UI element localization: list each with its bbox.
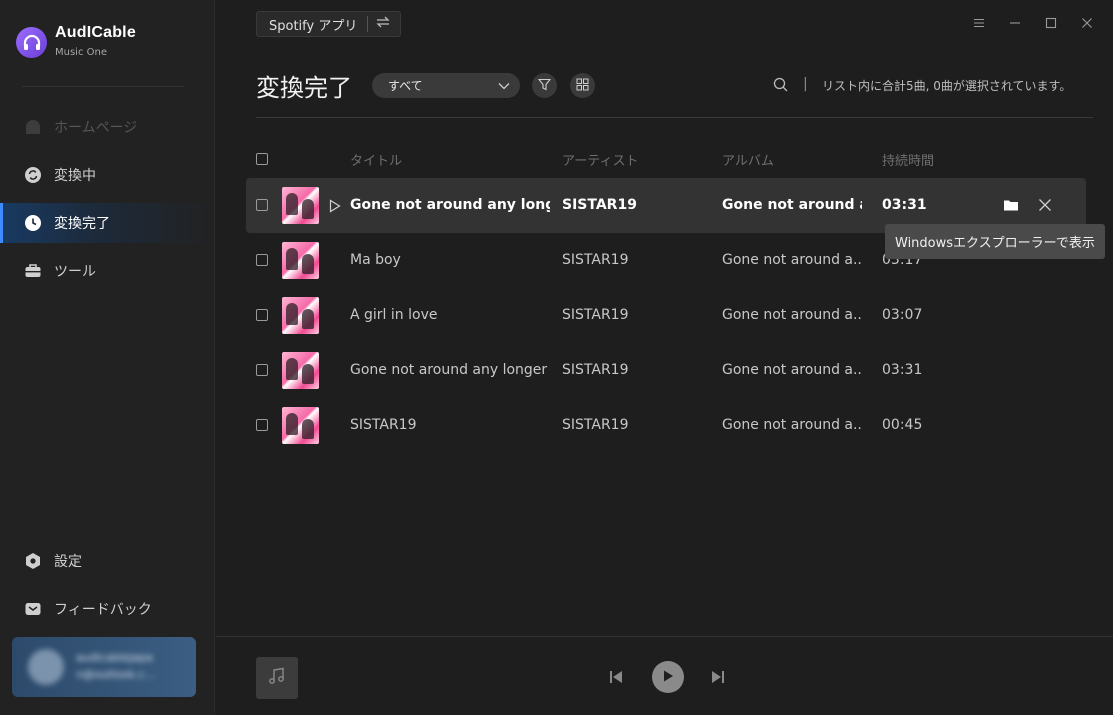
delete-icon[interactable] <box>1038 197 1052 216</box>
track-title: Ma boy <box>350 252 401 268</box>
album-art-thumbnail <box>282 407 319 444</box>
track-album: Gone not around a... <box>722 417 862 433</box>
previous-track-button[interactable] <box>608 669 624 689</box>
mail-icon <box>24 600 42 618</box>
track-artist: SISTAR19 <box>562 252 629 268</box>
row-checkbox[interactable] <box>256 254 268 266</box>
row-checkbox[interactable] <box>256 364 268 376</box>
home-icon <box>24 118 42 136</box>
sidebar-item-home[interactable]: ホームページ <box>0 107 214 147</box>
album-art-thumbnail <box>282 242 319 279</box>
minimize-icon[interactable] <box>1006 14 1024 32</box>
sidebar-item-converted[interactable]: 変換完了 <box>0 203 214 243</box>
track-artist: SISTAR19 <box>562 197 637 213</box>
clock-icon <box>24 214 42 232</box>
sidebar-item-label: ツール <box>54 264 96 280</box>
toolbox-icon <box>24 262 42 280</box>
row-checkbox[interactable] <box>256 199 268 211</box>
sidebar-item-converting[interactable]: 変換中 <box>0 155 214 195</box>
account-email-line1: audicablejapa <box>76 651 153 664</box>
filter-button[interactable] <box>532 73 557 98</box>
album-art-thumbnail <box>282 187 319 224</box>
sidebar-item-settings[interactable]: 設定 <box>0 541 214 581</box>
sidebar-item-label: フィードバック <box>54 602 152 618</box>
close-icon[interactable] <box>1078 14 1096 32</box>
sidebar-item-feedback[interactable]: フィードバック <box>0 589 214 629</box>
album-art-thumbnail <box>282 297 319 334</box>
row-checkbox[interactable] <box>256 419 268 431</box>
filter-icon <box>537 76 552 95</box>
skip-back-icon <box>608 669 624 689</box>
play-icon <box>661 668 675 687</box>
maximize-icon[interactable] <box>1042 14 1060 32</box>
play-icon[interactable] <box>329 198 341 217</box>
sidebar-divider <box>22 86 184 87</box>
tooltip: Windowsエクスプローラーで表示 <box>885 224 1105 259</box>
track-title: A girl in love <box>350 307 438 323</box>
sidebar-item-label: 変換完了 <box>54 216 110 232</box>
table-row[interactable]: Gone not around any longer SISTAR19 Gone… <box>246 343 1086 398</box>
column-header-artist[interactable]: アーティスト <box>562 150 638 169</box>
track-album: Gone not around a... <box>722 307 862 323</box>
skip-forward-icon <box>710 669 726 689</box>
source-switch-button[interactable]: Spotify アプリ <box>256 11 402 37</box>
selection-summary: リスト内に合計5曲, 0曲が選択されています。 <box>822 79 1072 93</box>
page-title: 変換完了 <box>256 74 352 102</box>
track-title: Gone not around any longer... <box>350 197 550 213</box>
table-row[interactable]: SISTAR19 SISTAR19 Gone not around a... 0… <box>246 398 1086 453</box>
sidebar-item-label: 設定 <box>54 554 82 570</box>
sidebar-item-label: ホームページ <box>54 120 138 136</box>
column-header-duration[interactable]: 持続時間 <box>882 150 934 169</box>
converting-icon <box>24 166 42 184</box>
track-artist: SISTAR19 <box>562 362 629 378</box>
album-art-thumbnail <box>282 352 319 389</box>
play-button[interactable] <box>652 661 684 693</box>
sidebar: AudICable Music One ホームページ 変換中 変換完了 ツール … <box>0 0 215 715</box>
account-card[interactable]: audicablejapa n@outlook.c... <box>12 637 196 697</box>
track-title: SISTAR19 <box>350 417 417 433</box>
player-bar <box>216 636 1113 715</box>
menu-icon[interactable] <box>970 14 988 32</box>
grid-view-button[interactable] <box>570 73 595 98</box>
source-label: Spotify アプリ <box>269 18 358 34</box>
grid-icon <box>576 76 589 95</box>
track-duration: 00:45 <box>882 417 923 433</box>
switch-icon <box>376 16 390 32</box>
brand-name: AudICable <box>55 24 136 41</box>
now-playing-art <box>256 657 298 699</box>
music-note-icon <box>267 666 287 690</box>
chevron-down-icon <box>498 79 510 93</box>
track-artist: SISTAR19 <box>562 417 629 433</box>
table-row[interactable]: A girl in love SISTAR19 Gone not around … <box>246 288 1086 343</box>
track-title: Gone not around any longer <box>350 362 548 378</box>
audicable-logo-icon <box>16 27 47 58</box>
select-all-checkbox[interactable] <box>256 153 268 165</box>
track-album: Gone not around a... <box>722 252 862 268</box>
track-duration: 03:07 <box>882 307 923 323</box>
filter-dropdown[interactable]: すべて <box>372 73 520 98</box>
sidebar-item-label: 変換中 <box>54 168 96 184</box>
settings-icon <box>24 552 42 570</box>
header-divider <box>256 117 1093 118</box>
row-checkbox[interactable] <box>256 309 268 321</box>
search-icon[interactable] <box>773 77 788 96</box>
folder-icon[interactable] <box>1003 197 1019 216</box>
column-header-album[interactable]: アルバム <box>722 150 774 169</box>
filter-value: すべて <box>388 79 423 93</box>
brand: AudICable Music One <box>16 24 136 58</box>
account-email-line2: n@outlook.c... <box>76 668 155 681</box>
track-album: Gone not around a... <box>722 197 862 213</box>
track-artist: SISTAR19 <box>562 307 629 323</box>
separator: | <box>803 76 808 92</box>
brand-subtitle: Music One <box>55 47 107 58</box>
sidebar-item-tools[interactable]: ツール <box>0 251 214 291</box>
column-header-title[interactable]: タイトル <box>350 150 402 169</box>
avatar <box>28 649 64 685</box>
track-duration: 03:31 <box>882 197 927 213</box>
next-track-button[interactable] <box>710 669 726 689</box>
track-album: Gone not around a... <box>722 362 862 378</box>
track-duration: 03:31 <box>882 362 923 378</box>
